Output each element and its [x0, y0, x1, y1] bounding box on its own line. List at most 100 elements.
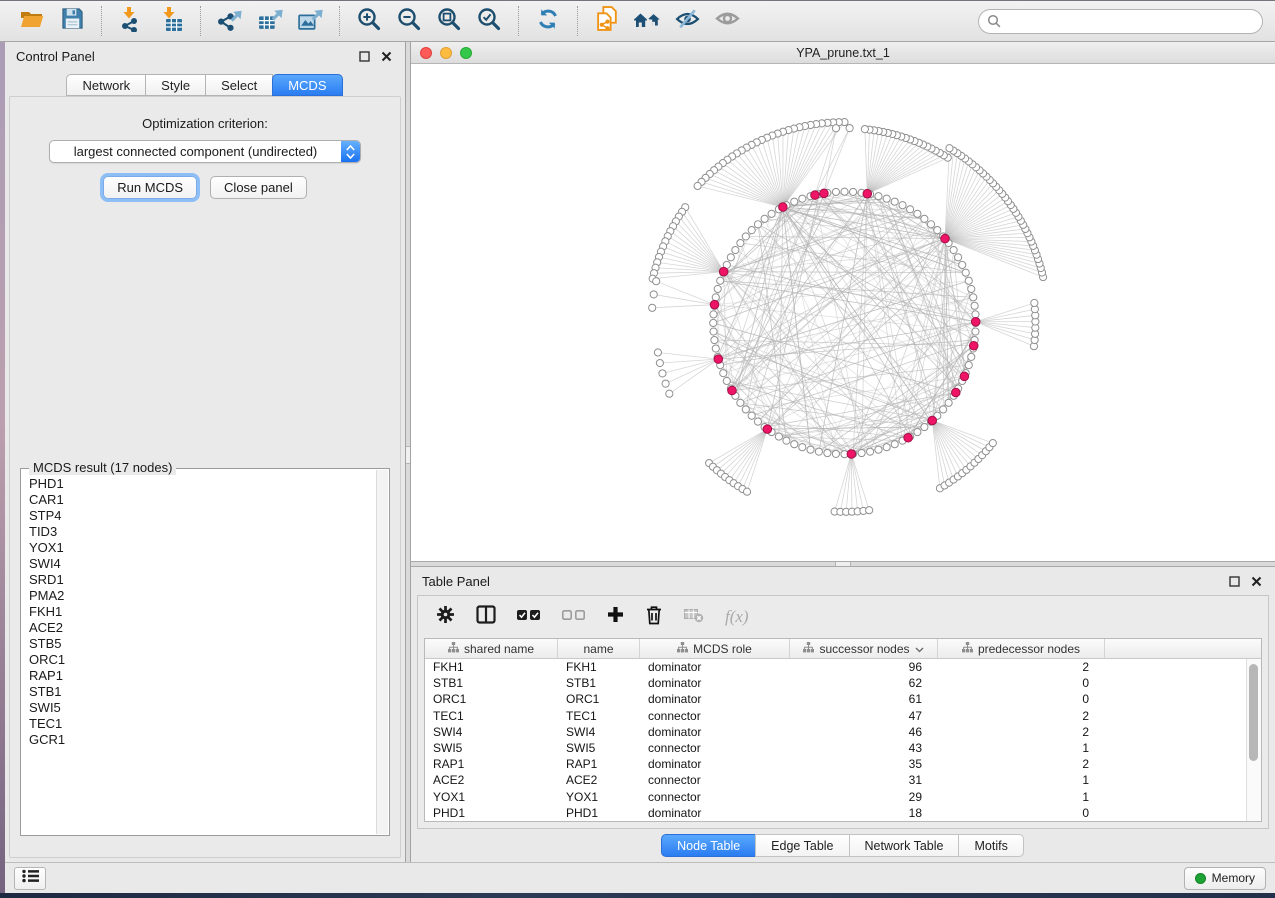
export-table-button[interactable]	[250, 4, 290, 38]
table-row[interactable]: FKH1FKH1dominator962	[425, 659, 1246, 675]
table-cell[interactable]: ORC1	[558, 692, 640, 706]
close-panel-icon-button[interactable]	[378, 48, 394, 64]
table-cell[interactable]: dominator	[640, 692, 790, 706]
delete-table-button[interactable]	[684, 606, 704, 628]
splitter-handle[interactable]	[835, 562, 851, 566]
column-header-successor-nodes[interactable]: successor nodes	[790, 639, 938, 658]
result-list-item[interactable]: SWI4	[22, 556, 376, 572]
scrollbar-thumb[interactable]	[1249, 664, 1258, 761]
show-columns-button[interactable]	[476, 605, 496, 629]
minimize-window-button[interactable]	[440, 47, 452, 59]
memory-button[interactable]: Memory	[1184, 867, 1266, 890]
result-list-item[interactable]: CAR1	[22, 492, 376, 508]
table-row[interactable]: TEC1TEC1connector472	[425, 708, 1246, 724]
result-list-item[interactable]: PHD1	[22, 476, 376, 492]
result-list-item[interactable]: PMA2	[22, 588, 376, 604]
table-cell[interactable]: PHD1	[425, 806, 558, 820]
zoom-fit-button[interactable]	[429, 4, 469, 38]
save-session-button[interactable]	[52, 4, 92, 38]
result-list-item[interactable]: ACE2	[22, 620, 376, 636]
table-cell[interactable]: SWI5	[425, 741, 558, 755]
network-canvas[interactable]	[411, 64, 1275, 561]
table-cell[interactable]: 62	[790, 676, 938, 690]
result-list-scrollbar[interactable]	[376, 470, 388, 834]
tab-network-table[interactable]: Network Table	[849, 834, 960, 857]
zoom-in-button[interactable]	[349, 4, 389, 38]
result-list-item[interactable]: FKH1	[22, 604, 376, 620]
close-window-button[interactable]	[420, 47, 432, 59]
table-cell[interactable]: FKH1	[425, 660, 558, 674]
table-cell[interactable]: SWI4	[425, 725, 558, 739]
horizontal-splitter[interactable]	[411, 561, 1275, 567]
column-header-predecessor-nodes[interactable]: predecessor nodes	[938, 639, 1105, 658]
table-cell[interactable]: 43	[790, 741, 938, 755]
table-row[interactable]: SWI5SWI5connector431	[425, 740, 1246, 756]
table-cell[interactable]: 2	[938, 757, 1105, 771]
result-list-item[interactable]: TID3	[22, 524, 376, 540]
result-list-item[interactable]: YOX1	[22, 540, 376, 556]
result-list-item[interactable]: STB5	[22, 636, 376, 652]
table-cell[interactable]: 1	[938, 773, 1105, 787]
result-list-item[interactable]: GCR1	[22, 732, 376, 748]
tab-network[interactable]: Network	[66, 74, 146, 96]
table-cell[interactable]: 0	[938, 692, 1105, 706]
import-table-button[interactable]	[151, 4, 191, 38]
table-cell[interactable]: 46	[790, 725, 938, 739]
table-cell[interactable]: STB1	[558, 676, 640, 690]
table-cell[interactable]: 1	[938, 790, 1105, 804]
result-list-item[interactable]: SWI5	[22, 700, 376, 716]
column-header-MCDS-role[interactable]: MCDS role	[640, 639, 790, 658]
table-cell[interactable]: 2	[938, 660, 1105, 674]
table-cell[interactable]: connector	[640, 790, 790, 804]
table-row[interactable]: RAP1RAP1dominator352	[425, 756, 1246, 772]
table-cell[interactable]: 31	[790, 773, 938, 787]
tab-style[interactable]: Style	[145, 74, 206, 96]
tab-select[interactable]: Select	[205, 74, 273, 96]
table-cell[interactable]: 0	[938, 806, 1105, 820]
table-cell[interactable]: dominator	[640, 725, 790, 739]
table-cell[interactable]: 35	[790, 757, 938, 771]
splitter-handle[interactable]	[406, 446, 410, 464]
deselect-all-button[interactable]	[562, 608, 586, 627]
network-graph[interactable]	[411, 64, 1275, 561]
select-all-button[interactable]	[517, 608, 541, 627]
table-row[interactable]: STB1STB1dominator620	[425, 675, 1246, 691]
tab-motifs[interactable]: Motifs	[958, 834, 1023, 857]
table-cell[interactable]: 29	[790, 790, 938, 804]
table-cell[interactable]: RAP1	[558, 757, 640, 771]
table-cell[interactable]: YOX1	[425, 790, 558, 804]
show-all-networks-button[interactable]	[627, 4, 667, 38]
table-row[interactable]: ACE2ACE2connector311	[425, 772, 1246, 788]
table-cell[interactable]: dominator	[640, 757, 790, 771]
result-list-item[interactable]: TEC1	[22, 716, 376, 732]
open-file-button[interactable]	[12, 4, 52, 38]
table-cell[interactable]: ORC1	[425, 692, 558, 706]
float-panel-button[interactable]	[356, 48, 372, 64]
clone-network-button[interactable]	[587, 4, 627, 38]
float-table-panel-button[interactable]	[1226, 573, 1242, 589]
import-network-button[interactable]	[111, 4, 151, 38]
table-settings-button[interactable]	[436, 605, 455, 629]
table-row[interactable]: SWI4SWI4dominator462	[425, 724, 1246, 740]
export-image-button[interactable]	[290, 4, 330, 38]
table-cell[interactable]: ACE2	[558, 773, 640, 787]
result-list-item[interactable]: ORC1	[22, 652, 376, 668]
table-cell[interactable]: SWI5	[558, 741, 640, 755]
tab-mcds[interactable]: MCDS	[272, 74, 342, 96]
zoom-out-button[interactable]	[389, 4, 429, 38]
tab-edge-table[interactable]: Edge Table	[755, 834, 849, 857]
table-cell[interactable]: dominator	[640, 660, 790, 674]
table-cell[interactable]: TEC1	[425, 709, 558, 723]
add-row-button[interactable]	[607, 606, 624, 628]
close-table-panel-button[interactable]	[1248, 573, 1264, 589]
run-mcds-button[interactable]: Run MCDS	[103, 176, 197, 199]
table-cell[interactable]: PHD1	[558, 806, 640, 820]
table-cell[interactable]: SWI4	[558, 725, 640, 739]
table-cell[interactable]: RAP1	[425, 757, 558, 771]
network-window-titlebar[interactable]: YPA_prune.txt_1	[411, 42, 1275, 64]
table-cell[interactable]: 18	[790, 806, 938, 820]
maximize-window-button[interactable]	[460, 47, 472, 59]
show-eye-button[interactable]	[707, 4, 747, 38]
result-list-item[interactable]: SRD1	[22, 572, 376, 588]
optimization-criterion-select[interactable]: largest connected component (undirected)	[49, 140, 361, 163]
